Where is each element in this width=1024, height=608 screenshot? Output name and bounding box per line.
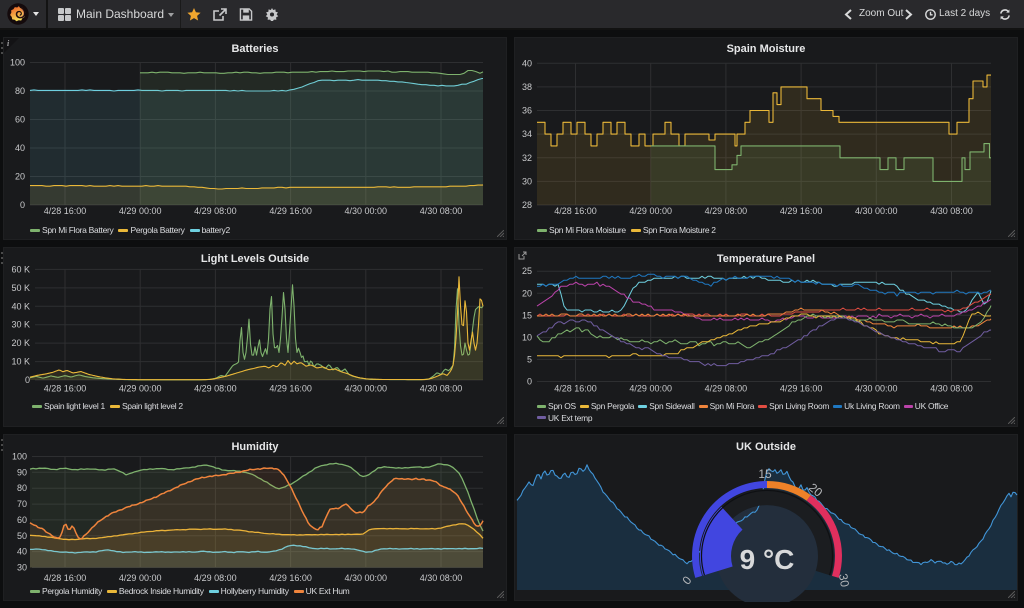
svg-text:4/29 16:00: 4/29 16:00 <box>780 384 823 394</box>
svg-text:4/30 00:00: 4/30 00:00 <box>855 384 898 394</box>
svg-text:100: 100 <box>12 452 27 462</box>
svg-text:90: 90 <box>17 467 27 477</box>
svg-text:0: 0 <box>527 377 532 387</box>
svg-text:4/29 16:00: 4/29 16:00 <box>780 206 823 216</box>
svg-text:4/29 08:00: 4/29 08:00 <box>705 384 748 394</box>
svg-text:4/29 00:00: 4/29 00:00 <box>119 573 162 583</box>
svg-text:60: 60 <box>17 515 27 525</box>
svg-text:15: 15 <box>758 467 772 481</box>
svg-text:4/30 00:00: 4/30 00:00 <box>855 206 898 216</box>
svg-text:100: 100 <box>10 58 25 68</box>
svg-text:80: 80 <box>15 86 25 96</box>
svg-text:9 °C: 9 °C <box>740 544 795 575</box>
svg-text:4/29 16:00: 4/29 16:00 <box>269 206 312 216</box>
svg-text:34: 34 <box>522 129 532 139</box>
svg-text:4/30 00:00: 4/30 00:00 <box>345 384 388 394</box>
svg-text:4/29 08:00: 4/29 08:00 <box>194 206 237 216</box>
svg-text:4/29 00:00: 4/29 00:00 <box>629 384 672 394</box>
svg-text:40: 40 <box>17 547 27 557</box>
svg-text:30: 30 <box>522 176 532 186</box>
svg-text:30: 30 <box>836 573 852 589</box>
svg-text:4/29 08:00: 4/29 08:00 <box>194 384 237 394</box>
svg-text:4/29 00:00: 4/29 00:00 <box>119 384 162 394</box>
svg-text:4/30 08:00: 4/30 08:00 <box>930 206 973 216</box>
svg-text:50 K: 50 K <box>11 283 30 293</box>
svg-text:40: 40 <box>522 58 532 68</box>
svg-text:0: 0 <box>20 200 25 210</box>
svg-text:25: 25 <box>522 266 532 276</box>
svg-text:4/29 08:00: 4/29 08:00 <box>705 206 748 216</box>
svg-text:4/29 00:00: 4/29 00:00 <box>629 206 672 216</box>
svg-text:30 K: 30 K <box>11 320 30 330</box>
svg-text:4/30 08:00: 4/30 08:00 <box>420 573 463 583</box>
svg-text:4/28 16:00: 4/28 16:00 <box>554 206 597 216</box>
svg-text:4/29 00:00: 4/29 00:00 <box>119 206 162 216</box>
svg-text:4/30 08:00: 4/30 08:00 <box>420 206 463 216</box>
svg-text:38: 38 <box>522 82 532 92</box>
svg-text:20: 20 <box>15 172 25 182</box>
svg-text:4/30 08:00: 4/30 08:00 <box>420 384 463 394</box>
svg-text:80: 80 <box>17 483 27 493</box>
svg-text:10 K: 10 K <box>11 357 30 367</box>
svg-text:30: 30 <box>17 563 27 573</box>
svg-text:15: 15 <box>522 310 532 320</box>
svg-text:28: 28 <box>522 200 532 210</box>
svg-text:20 K: 20 K <box>11 338 30 348</box>
svg-text:4/28 16:00: 4/28 16:00 <box>44 573 87 583</box>
svg-text:4/30 00:00: 4/30 00:00 <box>345 206 388 216</box>
svg-text:4/28 16:00: 4/28 16:00 <box>554 384 597 394</box>
svg-text:4/28 16:00: 4/28 16:00 <box>44 206 87 216</box>
svg-text:40: 40 <box>15 143 25 153</box>
svg-text:10: 10 <box>522 332 532 342</box>
svg-text:0: 0 <box>25 375 30 385</box>
svg-text:4/29 08:00: 4/29 08:00 <box>194 573 237 583</box>
svg-text:50: 50 <box>17 531 27 541</box>
svg-text:5: 5 <box>527 354 532 364</box>
svg-text:40 K: 40 K <box>11 301 30 311</box>
svg-text:60: 60 <box>15 115 25 125</box>
svg-text:4/28 16:00: 4/28 16:00 <box>44 384 87 394</box>
svg-text:4/30 08:00: 4/30 08:00 <box>930 384 973 394</box>
svg-text:32: 32 <box>522 153 532 163</box>
svg-text:70: 70 <box>17 499 27 509</box>
svg-text:4/29 16:00: 4/29 16:00 <box>269 573 312 583</box>
svg-text:20: 20 <box>522 288 532 298</box>
svg-text:60 K: 60 K <box>11 264 30 274</box>
svg-text:36: 36 <box>522 106 532 116</box>
svg-text:4/30 00:00: 4/30 00:00 <box>345 573 388 583</box>
svg-text:4/29 16:00: 4/29 16:00 <box>269 384 312 394</box>
